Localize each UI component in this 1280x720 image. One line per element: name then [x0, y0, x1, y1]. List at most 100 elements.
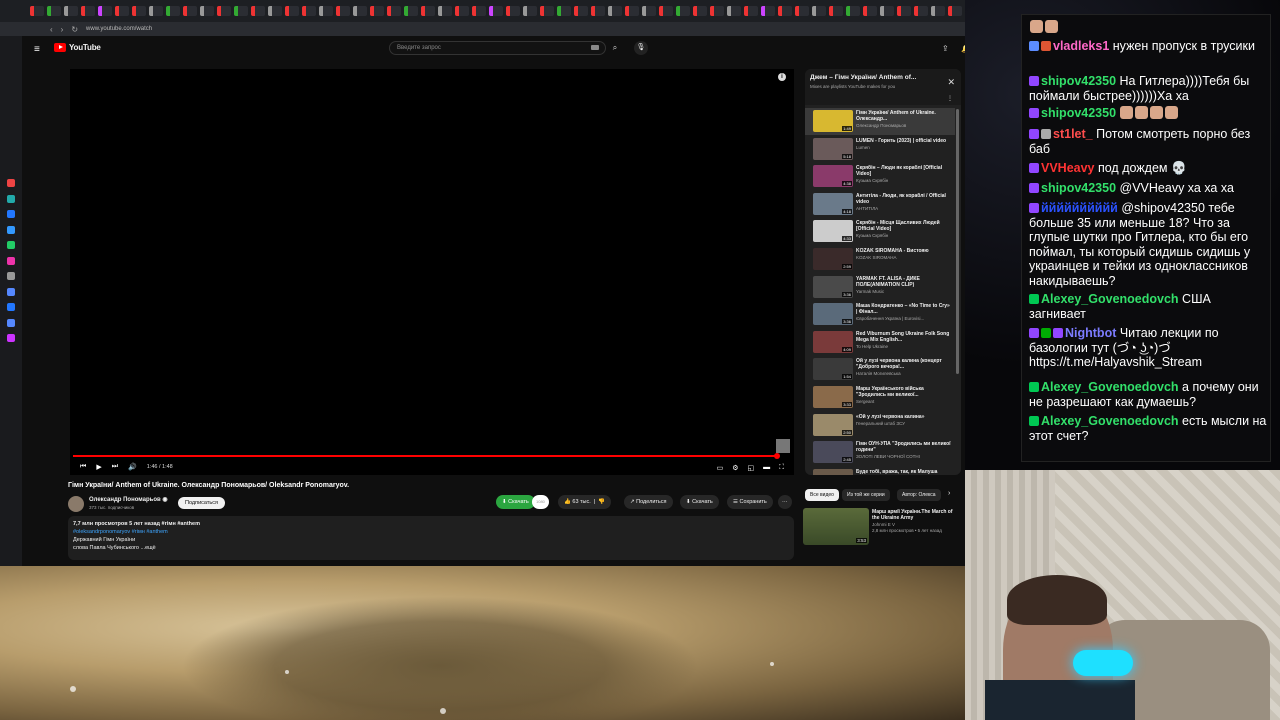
recommendation-thumbnail[interactable]: 3:53: [803, 508, 869, 545]
browser-tab[interactable]: [149, 6, 163, 16]
chat-username[interactable]: shipov42350: [1041, 181, 1116, 195]
browser-tab[interactable]: [489, 6, 503, 16]
browser-tab[interactable]: [523, 6, 537, 16]
chat-username[interactable]: shipov42350: [1041, 74, 1116, 88]
sidebar-app-icon[interactable]: [7, 225, 15, 234]
subscribe-button[interactable]: Подписаться: [178, 497, 225, 509]
reload-icon[interactable]: ↻: [71, 25, 78, 34]
browser-tab[interactable]: [948, 6, 962, 16]
playlist-thumbnail[interactable]: 4:33: [813, 220, 853, 243]
recommendation-info[interactable]: Марш армії України.The March of the Ukra…: [872, 509, 957, 533]
share-button[interactable]: ↗ Поделиться: [624, 495, 673, 509]
next-icon[interactable]: ⏭: [112, 463, 118, 471]
browser-tab[interactable]: [438, 6, 452, 16]
browser-tab[interactable]: [64, 6, 78, 16]
browser-tab[interactable]: [251, 6, 265, 16]
fullscreen-icon[interactable]: ⛶: [779, 464, 784, 472]
playlist-item[interactable]: 4:33 Скрябін - Місця Щасливих Людей [Off…: [805, 218, 955, 245]
playlist-item[interactable]: Буде тобі, вража, так, як Малуша казала: [805, 467, 955, 475]
browser-tab[interactable]: [200, 6, 214, 16]
playlist-thumbnail[interactable]: 3:36: [813, 275, 853, 298]
sidebar-app-icon[interactable]: [7, 210, 15, 218]
browser-tab[interactable]: [47, 6, 61, 16]
close-icon[interactable]: ✕: [947, 77, 955, 88]
browser-tab[interactable]: [234, 6, 248, 16]
playlist-item[interactable]: 4:09 Red Viburnum Song Ukraine Folk Song…: [805, 329, 955, 356]
browser-tab[interactable]: [931, 6, 945, 16]
sidebar-app-icon[interactable]: [7, 194, 15, 203]
url-text[interactable]: www.youtube.com/watch: [86, 26, 152, 32]
scrollbar[interactable]: [956, 109, 959, 374]
sidebar-app-icon[interactable]: [7, 318, 15, 327]
quality-badge[interactable]: 1080: [532, 495, 549, 509]
playlist-item[interactable]: 2:59 KOZAK SIROMAHA - Вистояю KOZAK SIRO…: [805, 246, 955, 273]
playlist-item[interactable]: 1:49 Гімн України/ Anthem of Ukraine. Ол…: [805, 108, 955, 135]
download-button[interactable]: ⬇ Скачать: [680, 495, 719, 509]
microphone-icon[interactable]: 🎙: [634, 41, 648, 55]
browser-tab[interactable]: [132, 6, 146, 16]
search-icon[interactable]: ⌕: [608, 41, 622, 55]
more-vert-icon[interactable]: ⋮: [947, 95, 953, 102]
browser-tab[interactable]: [574, 6, 588, 16]
save-button[interactable]: ☰ Сохранить: [727, 495, 773, 509]
browser-tab[interactable]: [727, 6, 741, 16]
browser-tab[interactable]: [217, 6, 231, 16]
browser-tab[interactable]: [455, 6, 469, 16]
chat-username[interactable]: vladleks1: [1053, 39, 1109, 53]
like-button[interactable]: 👍 63 тыс. | 👎: [558, 495, 612, 509]
playlist-item[interactable]: 4:38 Скрябін – Люди як кораблі [Official…: [805, 163, 955, 190]
browser-tab[interactable]: [591, 6, 605, 16]
browser-tab[interactable]: [506, 6, 520, 16]
browser-tab[interactable]: [166, 6, 180, 16]
playlist-item[interactable]: 4:18 Антитіла - Люди, як кораблі / Offic…: [805, 191, 955, 218]
playlist-thumbnail[interactable]: 2:59: [813, 248, 853, 270]
browser-tab[interactable]: [472, 6, 486, 16]
forward-icon[interactable]: ›: [61, 25, 64, 34]
browser-tab[interactable]: [863, 6, 877, 16]
playlist-item[interactable]: 3:36 YARMAK FT. ALISA - ДИКЕ ПОЛЕ(ANIMAT…: [805, 274, 955, 301]
browser-tab[interactable]: [353, 6, 367, 16]
browser-tab[interactable]: [880, 6, 894, 16]
browser-tab[interactable]: [370, 6, 384, 16]
browser-tab[interactable]: [676, 6, 690, 16]
sidebar-app-icon[interactable]: [7, 256, 15, 265]
keyboard-icon[interactable]: [591, 45, 599, 50]
chat-username[interactable]: shipov42350: [1041, 106, 1116, 120]
search-input[interactable]: Введите запрос: [389, 41, 606, 55]
playlist-thumbnail[interactable]: 1:49: [813, 110, 853, 132]
dislike-icon[interactable]: 👎: [598, 499, 605, 505]
playlist-item[interactable]: 1:54 Ой у лузі червона калина (концерт "…: [805, 356, 955, 383]
playlist-item[interactable]: 3:33 Марш Українського війська "Зродилис…: [805, 384, 955, 411]
browser-tab[interactable]: [30, 6, 44, 16]
chat-username[interactable]: st1let_: [1053, 127, 1093, 141]
channel-name[interactable]: Олександр Пономарьов ◉: [89, 496, 168, 503]
playlist-thumbnail[interactable]: 5:18: [813, 137, 853, 160]
browser-tab[interactable]: [115, 6, 129, 16]
browser-tab[interactable]: [540, 6, 554, 16]
browser-tab[interactable]: [897, 6, 911, 16]
browser-tab[interactable]: [81, 6, 95, 16]
playlist-thumbnail[interactable]: [813, 468, 853, 475]
browser-tab[interactable]: [914, 6, 928, 16]
theater-mode-icon[interactable]: ▬: [763, 464, 770, 472]
browser-tab[interactable]: [829, 6, 843, 16]
sidebar-app-icon[interactable]: [7, 241, 15, 249]
sidebar-app-icon[interactable]: [7, 334, 15, 342]
info-icon[interactable]: i: [778, 73, 786, 81]
video-player[interactable]: i ⏮ ▶ ⏭ 🔊 1:46 / 1:48 ▭ ⚙ ◱ ▬ ⛶: [70, 69, 794, 475]
playlist-item[interactable]: 2:50 «Ой у лузі червона калина» Генераль…: [805, 412, 955, 439]
browser-tab[interactable]: [98, 6, 112, 16]
chat-username[interactable]: VVHeavy: [1041, 161, 1095, 175]
chat-username[interactable]: Alexey_Govenoedovch: [1041, 292, 1179, 306]
end-screen-thumbnail[interactable]: [776, 439, 790, 453]
playlist-item[interactable]: 2:45 Гімн ОУН-УПА "Зродились ми великої …: [805, 439, 955, 466]
playlist-item[interactable]: 3:36 Маша Кондратенко – «No Time to Cry»…: [805, 301, 955, 328]
browser-tab[interactable]: [744, 6, 758, 16]
chat-username[interactable]: Alexey_Govenoedovch: [1041, 414, 1179, 428]
playlist-title[interactable]: Джем – Гімн України/ Anthem of...: [810, 74, 938, 81]
download-green-button[interactable]: ⬇ Скачать: [496, 495, 535, 509]
browser-tab[interactable]: [778, 6, 792, 16]
chat-username[interactable]: Alexey_Govenoedovch: [1041, 380, 1179, 394]
playlist-thumbnail[interactable]: 2:45: [813, 441, 853, 464]
browser-tab[interactable]: [268, 6, 282, 16]
